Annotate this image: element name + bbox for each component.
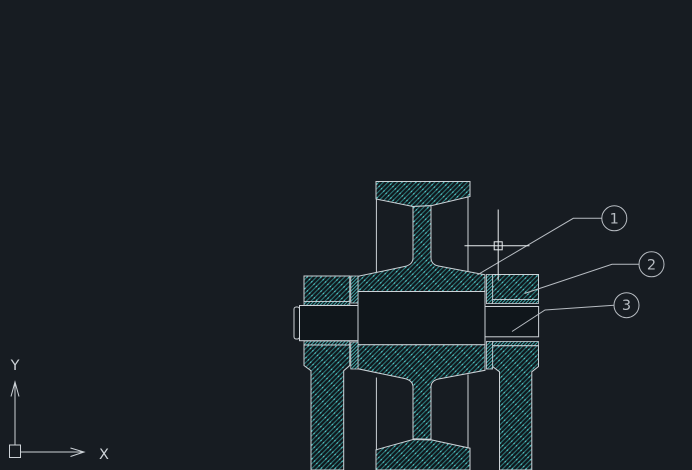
- ucs-y-label: Y: [10, 358, 20, 374]
- ucs-x-label: X: [99, 447, 109, 463]
- right-bottom-cap-seal-strip[interactable]: [493, 342, 539, 346]
- left-bottom-cap-and-leg[interactable]: [304, 345, 350, 470]
- shaft-left-stub[interactable]: [300, 306, 359, 341]
- balloon-3-label[interactable]: 3: [622, 298, 631, 314]
- drawing-canvas[interactable]: 1 2 3 Y X: [0, 0, 692, 470]
- left-bottom-cap-seal-strip[interactable]: [304, 341, 350, 345]
- shaft-through-hub[interactable]: [358, 292, 485, 345]
- right-top-cap[interactable]: [493, 275, 539, 300]
- left-top-spacer-ring[interactable]: [351, 276, 358, 303]
- right-top-cap-seal-strip[interactable]: [493, 300, 539, 304]
- shaft-right-stub[interactable]: [485, 307, 539, 337]
- canvas-background: [0, 0, 692, 470]
- cad-workspace: { "theme": { "css_vars": "--bg:#171c22;-…: [0, 0, 692, 470]
- balloon-2-label[interactable]: 2: [647, 257, 656, 273]
- left-top-cap-seal-strip[interactable]: [304, 302, 350, 306]
- right-bottom-cap-and-leg[interactable]: [493, 346, 539, 470]
- cad-model-space-canvas[interactable]: 1 2 3 Y X: [0, 0, 692, 470]
- left-bottom-spacer-ring[interactable]: [351, 342, 358, 369]
- right-top-spacer-ring[interactable]: [486, 275, 492, 304]
- shaft-left-end-cap[interactable]: [294, 307, 300, 339]
- right-bottom-spacer-ring[interactable]: [486, 342, 492, 370]
- left-top-cap[interactable]: [304, 276, 350, 302]
- balloon-1-label[interactable]: 1: [610, 211, 619, 227]
